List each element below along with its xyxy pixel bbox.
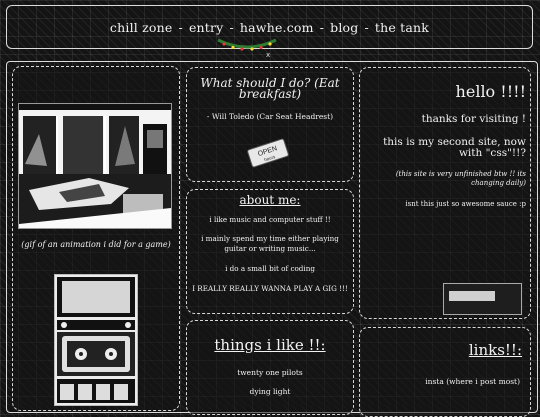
things-title: things i like !!: — [214, 336, 326, 354]
open-sign-icon: OPEN hours — [247, 138, 289, 168]
cassette-deck-icon — [54, 274, 138, 406]
nav-separator: - — [364, 19, 369, 35]
nav-separator: - — [229, 19, 234, 35]
about-line: i do a small bit of coding — [225, 264, 315, 273]
close-button[interactable]: x — [266, 51, 270, 59]
hello-thanks: thanks for visiting ! — [421, 113, 526, 125]
nav-separator: - — [178, 19, 183, 35]
hello-panel — [359, 67, 531, 319]
quote-attribution: - Will Toledo (Car Seat Headrest) — [206, 112, 334, 121]
about-line: i like music and computer stuff !! — [209, 215, 331, 224]
hello-note: (this site is very unfinished btw !! its… — [395, 170, 526, 187]
nav-separator: - — [319, 19, 325, 35]
site-button-badge[interactable] — [443, 283, 522, 315]
nav-chill-zone[interactable]: chill zone — [110, 20, 173, 35]
nav-blog[interactable]: blog — [330, 20, 358, 35]
nav-the-tank[interactable]: the tank — [375, 20, 429, 35]
about-line: i mainly spend my time either playing gu… — [201, 234, 339, 253]
badge-image — [449, 291, 495, 301]
about-title: about me: — [239, 193, 301, 207]
link-insta[interactable]: insta (where i post most) — [364, 377, 520, 386]
things-item: dying light — [249, 387, 291, 396]
links-title: links!!: — [468, 341, 522, 359]
quote-title: What should I do? (Eat breakfast) — [200, 76, 340, 101]
nav-hawhe[interactable]: hawhe.com — [240, 20, 314, 35]
about-line: I REALLY REALLY WANNA PLAY A GIG !!! — [192, 284, 348, 293]
gif-caption: (gif of an animation i did for a game) — [21, 240, 171, 249]
hello-second-site: this is my second site, now with "css"!!… — [383, 136, 526, 159]
hello-sauce: isnt this just so awesome sauce :p — [405, 200, 526, 208]
hello-title: hello !!!! — [455, 82, 526, 101]
game-animation-gif — [18, 103, 172, 229]
things-item: twenty one pilots — [237, 368, 303, 377]
nav-entry[interactable]: entry — [189, 20, 224, 35]
